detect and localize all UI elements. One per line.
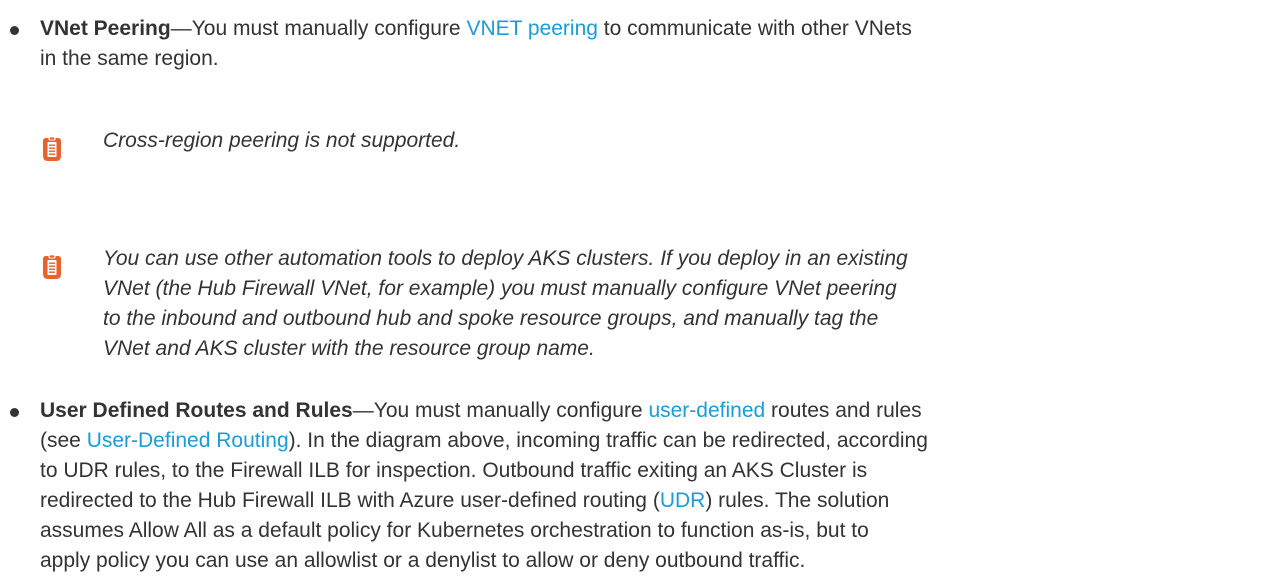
note-line: You can use other automation tools to de… xyxy=(103,247,908,270)
body-text: redirected to the Hub Firewall ILB with … xyxy=(40,489,660,512)
bullet-user-defined-routes: User Defined Routes and Rules—You must m… xyxy=(0,396,1268,577)
link-udr[interactable]: UDR xyxy=(660,489,706,512)
body-text: You must manually configure xyxy=(191,17,467,40)
bullet-marker xyxy=(10,26,19,35)
body-text: You must manually configure xyxy=(373,399,649,422)
note-text: You can use other automation tools to de… xyxy=(103,244,1243,364)
body-text: in the same region. xyxy=(40,47,219,70)
link-user-defined-routing[interactable]: User-Defined Routing xyxy=(87,429,289,452)
bullet-vnet-peering: VNet Peering—You must manually configure… xyxy=(0,14,1268,76)
body-text: to communicate with other VNets xyxy=(597,17,912,40)
clipboard-note-icon xyxy=(40,136,64,162)
em-dash: — xyxy=(352,399,374,422)
link-user-defined[interactable]: user-defined xyxy=(648,399,765,422)
body-text: ). In the diagram above, incoming traffi… xyxy=(288,429,928,452)
bullet-marker xyxy=(10,408,19,417)
em-dash: — xyxy=(170,17,192,40)
note-line: to the inbound and outbound hub and spok… xyxy=(103,307,879,330)
link-vnet-peering[interactable]: VNET peering xyxy=(466,17,598,40)
bullet-vnet-peering-text: VNet Peering—You must manually configure… xyxy=(40,14,1255,74)
body-text: apply policy you can use an allowlist or… xyxy=(40,549,806,572)
body-text: to UDR rules, to the Firewall ILB for in… xyxy=(40,459,868,482)
body-text: assumes Allow All as a default policy fo… xyxy=(40,519,869,542)
clipboard-note-icon xyxy=(40,254,64,280)
note-line: VNet and AKS cluster with the resource g… xyxy=(103,337,595,360)
body-text: routes and rules xyxy=(765,399,922,422)
note-line: VNet (the Hub Firewall VNet, for example… xyxy=(103,277,897,300)
document-page: VNet Peering—You must manually configure… xyxy=(0,0,1268,577)
note-text: Cross-region peering is not supported. xyxy=(103,129,461,152)
body-text: (see xyxy=(40,429,87,452)
body-text: ) rules. The solution xyxy=(705,489,890,512)
term-user-defined-routes: User Defined Routes and Rules xyxy=(40,399,353,422)
term-vnet-peering: VNet Peering xyxy=(40,17,171,40)
bullet-user-defined-routes-text: User Defined Routes and Rules—You must m… xyxy=(40,396,1255,576)
